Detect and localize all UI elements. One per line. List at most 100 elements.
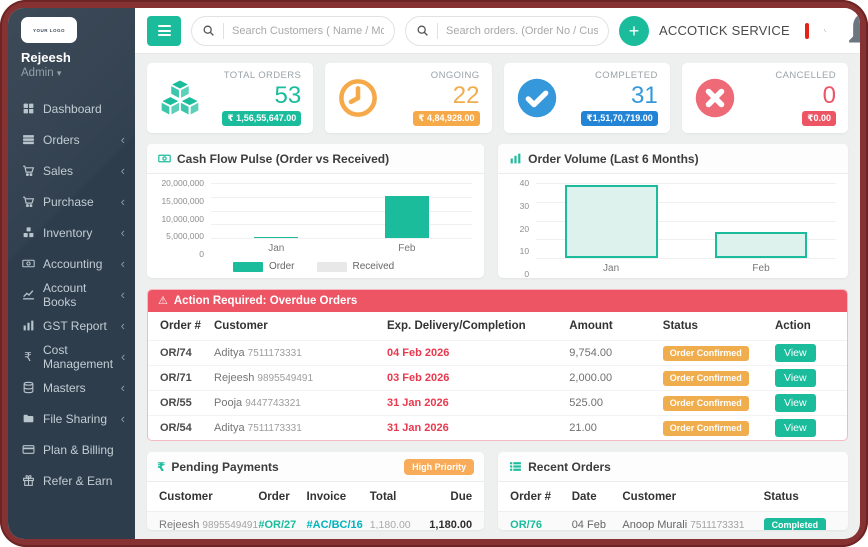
sidebar-item-account-books[interactable]: Account Books ‹ [8, 279, 135, 310]
gridline [211, 224, 473, 226]
add-button[interactable]: + [619, 15, 649, 46]
sidebar-item-label: Dashboard [43, 101, 102, 116]
stat-amount-badge: ₹1,51,70,719.00 [581, 110, 658, 126]
order-link[interactable]: OR/76 [510, 519, 572, 530]
phone-icon[interactable] [824, 22, 827, 39]
sidebar-item-inventory[interactable]: Inventory ‹ [8, 217, 135, 248]
customer-phone: 9447743321 [245, 398, 301, 409]
sidebar-item-plan-billing[interactable]: Plan & Billing [8, 434, 135, 465]
order-id: OR/55 [160, 397, 192, 409]
panel-header: Cash Flow Pulse (Order vs Received) [147, 144, 485, 174]
sidebar-item-refer-earn[interactable]: Refer & Earn [8, 465, 135, 496]
list-icon [508, 460, 522, 474]
sidebar: YOUR LOGO Rejeesh Admin ▾ Dashboard Orde… [8, 8, 135, 539]
panel-header: Recent Orders [498, 452, 848, 482]
stat-label: COMPLETED [595, 70, 658, 82]
stat-card-ongoing: ONGOING 22 ₹ 4,84,928.00 [325, 63, 492, 133]
sidebar-item-cost-management[interactable]: ₹ Cost Management ‹ [8, 341, 135, 372]
chevron-left-icon: ‹ [120, 318, 125, 333]
table-row: OR/55 Pooja 9447743321 31 Jan 2026 525.0… [148, 390, 847, 415]
column-header: Date [571, 490, 597, 503]
view-button[interactable]: View [775, 344, 816, 362]
sidebar-item-file-sharing[interactable]: File Sharing ‹ [8, 403, 135, 434]
chevron-left-icon: ‹ [120, 380, 125, 395]
order-id: OR/71 [160, 372, 192, 384]
y-axis: 0 10 20 30 40 [506, 178, 536, 278]
order-search [405, 15, 609, 46]
device-frame: YOUR LOGO Rejeesh Admin ▾ Dashboard Orde… [0, 0, 868, 547]
bottom-row: ₹ Pending Payments High Priority Custome… [147, 452, 848, 530]
due-amount: 1,180.00 [429, 519, 473, 530]
notifications-button[interactable]: 3 [841, 8, 860, 57]
sidebar-item-label: GST Report [43, 318, 107, 333]
customer-search-input[interactable] [232, 24, 384, 37]
stat-value: 0 [822, 82, 836, 110]
order-date: 04 Feb [571, 519, 606, 530]
sidebar-item-orders[interactable]: Orders ‹ [8, 124, 135, 155]
sidebar-item-purchase[interactable]: Purchase ‹ [8, 186, 135, 217]
sidebar-item-label: Inventory [43, 225, 93, 240]
invoice-link[interactable]: #AC/BC/16 [307, 519, 370, 530]
bell-icon [841, 14, 860, 56]
rupee-icon: ₹ [24, 349, 32, 364]
column-header: Invoice [306, 490, 347, 503]
status-badge: Completed [763, 517, 827, 530]
order-search-input[interactable] [446, 24, 598, 37]
gridline [211, 183, 473, 184]
status-badge: Order Confirmed [662, 370, 749, 386]
youtube-icon[interactable] [804, 22, 821, 39]
cart-icon [21, 164, 35, 178]
legend-swatch [316, 261, 347, 272]
plot-area [211, 183, 473, 239]
charts-row: Cash Flow Pulse (Order vs Received) 0 5,0… [147, 144, 848, 278]
view-button[interactable]: View [775, 419, 816, 437]
cubes-icon [159, 77, 201, 119]
alert-title: Action Required: Overdue Orders [173, 295, 358, 307]
table-header-row: Order # Customer Exp. Delivery/Completio… [148, 312, 847, 340]
customer-phone: 7511173331 [690, 520, 745, 530]
menu-toggle-button[interactable] [147, 15, 181, 46]
bar-chart-icon [508, 152, 522, 166]
chevron-left-icon: ‹ [120, 256, 125, 271]
folder-icon [21, 412, 35, 426]
column-header: Due [450, 490, 473, 503]
sidebar-item-sales[interactable]: Sales ‹ [8, 155, 135, 186]
y-tick-label: 0 [524, 269, 530, 278]
due-date: 04 Feb 2026 [386, 347, 450, 359]
view-button[interactable]: View [775, 369, 816, 387]
gridline [536, 183, 836, 184]
chevron-left-icon: ‹ [121, 349, 126, 364]
database-icon [21, 381, 35, 395]
panel-title: Pending Payments [171, 459, 279, 474]
sidebar-item-label: Accounting [43, 256, 103, 271]
x-axis-labels: Jan Feb [211, 243, 472, 254]
total-amount: 1,180.00 [369, 519, 411, 530]
user-name: Rejeesh [21, 50, 71, 65]
order-volume-chart-panel: Order Volume (Last 6 Months) 0 10 20 30 40 J… [498, 144, 848, 278]
table-row: OR/54 Aditya 7511173331 31 Jan 2026 21.0… [148, 415, 847, 440]
y-tick-label: 10 [519, 246, 530, 257]
x-tick-label: Jan [603, 263, 620, 274]
recent-orders-panel: Recent Orders Order # Date Customer Stat… [498, 452, 848, 530]
sidebar-item-gst-report[interactable]: GST Report ‹ [8, 310, 135, 341]
stat-value: 22 [452, 82, 480, 110]
panel-header: ₹ Pending Payments High Priority [147, 452, 485, 482]
chart-body: 0 5,000,000 10,000,000 15,000,000 20,000,000… [147, 174, 484, 276]
sidebar-item-masters[interactable]: Masters ‹ [8, 372, 135, 403]
sidebar-item-dashboard[interactable]: Dashboard [8, 93, 135, 124]
view-button[interactable]: View [775, 394, 816, 412]
column-header: Order # [160, 320, 201, 332]
search-icon [203, 25, 214, 36]
sidebar-item-accounting[interactable]: Accounting ‹ [8, 248, 135, 279]
order-link[interactable]: #OR/27 [258, 519, 306, 530]
column-header: Order [258, 490, 290, 503]
user-role-dropdown[interactable]: Admin ▾ [21, 67, 135, 79]
stat-card-cancelled: CANCELLED 0 ₹0.00 [681, 63, 848, 133]
stat-label: ONGOING [430, 70, 480, 82]
search-icon [417, 25, 428, 36]
chart-bar [384, 196, 430, 238]
sidebar-item-label: Cost Management [43, 342, 114, 371]
status-badge: Order Confirmed [662, 420, 749, 436]
logo: YOUR LOGO [21, 17, 77, 43]
due-date: 31 Jan 2026 [386, 397, 449, 409]
